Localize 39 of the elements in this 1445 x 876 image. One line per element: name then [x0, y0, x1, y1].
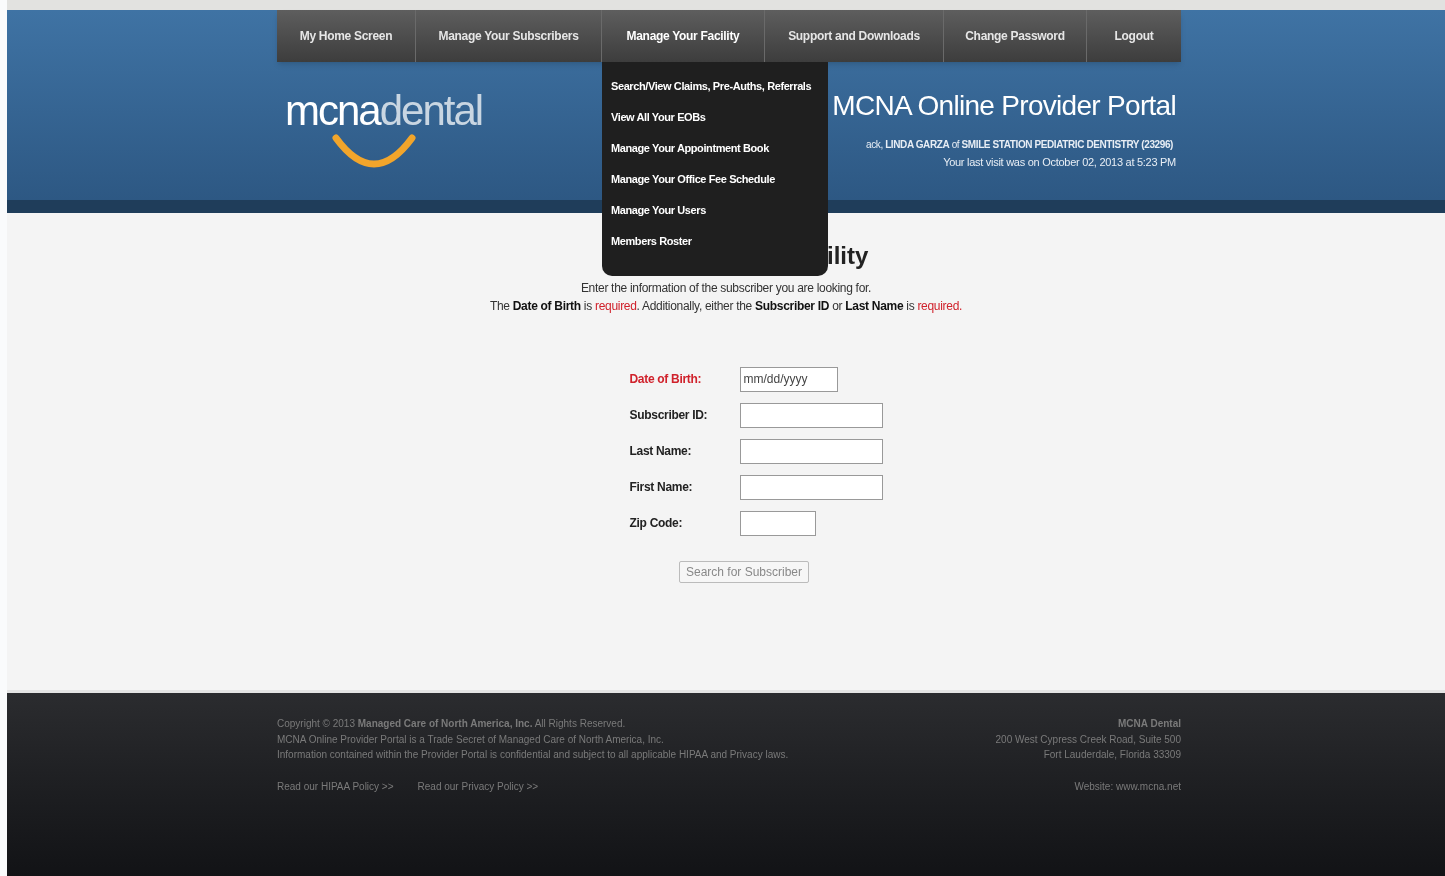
nav-link[interactable]: Manage Your Subscribers — [438, 27, 579, 45]
footer-link[interactable]: Read our HIPAA Policy >> — [277, 778, 394, 794]
nav-link[interactable]: My Home Screen — [299, 27, 393, 45]
nav-link[interactable]: Change Password — [965, 27, 1065, 45]
footer-text: Information contained within the Provider Portal is confidential and subject to all applicable HIPAA and Privacy laws. — [277, 748, 789, 762]
page-heading: ility — [827, 241, 869, 271]
footer-link[interactable]: Read our Privacy Policy >> — [417, 778, 539, 794]
website-text: Website: www.mcna.net — [1074, 779, 1181, 794]
address-text: Fort Lauderdale, Florida 33309 — [1043, 748, 1181, 762]
instruction-text: The Date of Birth is required. Additionally, either the Subscriber ID or Last Name is required. — [489, 298, 963, 315]
field-label: Zip Code: — [629, 515, 684, 532]
input-field[interactable] — [739, 510, 816, 536]
footer-text: Copyright © 2013 Managed Care of North America, Inc. All Rights Reserved. — [277, 717, 627, 731]
welcome-text: ack, LINDA GARZA of SMILE STATION PEDIATRIC DENTISTRY (23296) — [866, 138, 1173, 152]
field-label: First Name: — [629, 479, 694, 496]
nav-link[interactable]: Manage Your Facility — [626, 27, 740, 45]
nav-link[interactable]: Logout — [1114, 27, 1154, 45]
menu-item[interactable]: Search/View Claims, Pre-Auths, Referrals — [611, 78, 812, 94]
field-label: Last Name: — [629, 443, 693, 460]
instruction-text: Enter the information of the subscriber you are looking for. — [580, 280, 872, 297]
input-field[interactable]: mm/dd/yyyy — [739, 366, 838, 392]
search-button[interactable]: Search for Subscriber — [678, 561, 810, 583]
nav-link[interactable]: Support and Downloads — [788, 27, 920, 45]
menu-item[interactable]: Manage Your Users — [611, 202, 706, 218]
portal-title: MCNA Online Provider Portal — [832, 89, 1176, 123]
address-text: 200 West Cypress Creek Road, Suite 500 — [995, 732, 1181, 747]
menu-item[interactable]: Manage Your Appointment Book — [611, 140, 769, 156]
menu-item[interactable]: Manage Your Office Fee Schedule — [611, 171, 775, 187]
logo-text: mcnadental — [285, 88, 483, 134]
input-field[interactable] — [739, 402, 883, 428]
field-label: Subscriber ID: — [629, 407, 709, 424]
menu-item[interactable]: View All Your EOBs — [611, 109, 706, 125]
last-visit-text: Your last visit was on October 02, 2013 at 5:23 PM — [943, 155, 1176, 170]
menu-item[interactable]: Members Roster — [611, 233, 692, 249]
footer-text: MCNA Online Provider Portal is a Trade Secret of Managed Care of North America, Inc. — [277, 732, 665, 747]
input-field[interactable] — [739, 474, 883, 500]
input-field[interactable] — [739, 438, 883, 464]
address-text: MCNA Dental — [1118, 717, 1181, 731]
field-label: Date of Birth: — [629, 371, 703, 388]
